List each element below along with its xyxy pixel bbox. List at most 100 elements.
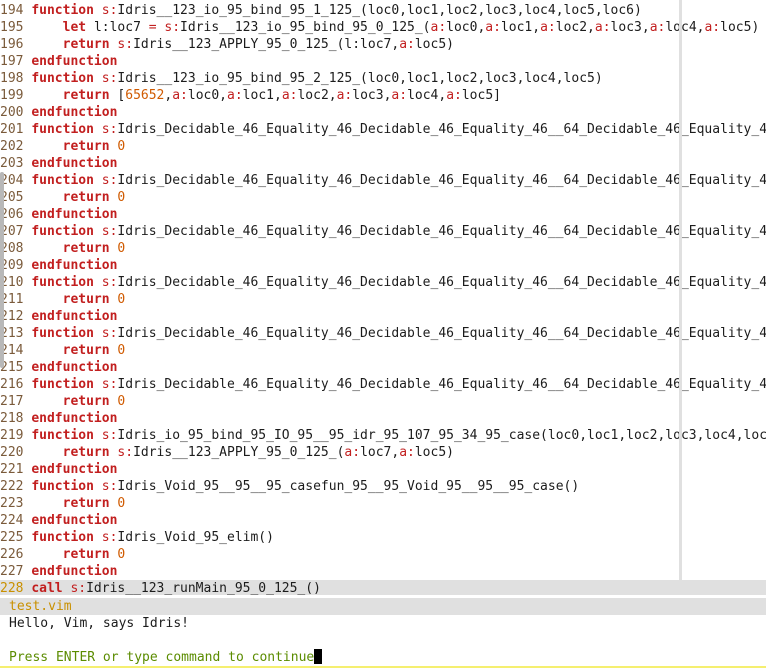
code-line[interactable]: 216 function s:Idris_Decidable_46_Equali… <box>0 376 766 393</box>
code-token: endfunction <box>31 207 118 222</box>
code-token: function <box>31 224 102 239</box>
code-token: return <box>62 37 118 52</box>
code-line[interactable]: 225 function s:Idris_Void_95_elim() <box>0 529 766 546</box>
code-line[interactable]: 214 return 0 <box>0 342 766 359</box>
code-line[interactable]: 224 endfunction <box>0 512 766 529</box>
code-line[interactable]: 201 function s:Idris_Decidable_46_Equali… <box>0 121 766 138</box>
code-line[interactable]: 220 return s:Idris__123_APPLY_95_0_125_(… <box>0 444 766 461</box>
code-line[interactable]: 212 endfunction <box>0 308 766 325</box>
code-line[interactable]: 206 endfunction <box>0 206 766 223</box>
code-token: return <box>62 394 118 409</box>
code-token: endfunction <box>31 309 118 324</box>
code-line[interactable]: 205 return 0 <box>0 189 766 206</box>
continue-prompt-text: Press ENTER or type command to continue <box>9 650 315 665</box>
code-token: function <box>31 3 102 18</box>
code-token: endfunction <box>31 513 118 528</box>
code-line[interactable]: 211 return 0 <box>0 291 766 308</box>
code-line[interactable]: 198 function s:Idris__123_io_95_bind_95_… <box>0 70 766 87</box>
code-token: endfunction <box>31 411 118 426</box>
code-token: endfunction <box>31 54 118 69</box>
code-line[interactable]: 203 endfunction <box>0 155 766 172</box>
code-token: endfunction <box>31 258 118 273</box>
code-token: function <box>31 377 102 392</box>
code-line[interactable]: 221 endfunction <box>0 461 766 478</box>
code-line[interactable]: 210 function s:Idris_Decidable_46_Equali… <box>0 274 766 291</box>
code-line[interactable]: 204 function s:Idris_Decidable_46_Equali… <box>0 172 766 189</box>
code-line[interactable]: 199 return [65652,a:loc0,a:loc1,a:loc2,a… <box>0 87 766 104</box>
code-line[interactable]: 202 return 0 <box>0 138 766 155</box>
line-number: 225 <box>0 530 32 545</box>
code-line[interactable]: 227 endfunction <box>0 563 766 580</box>
code-line[interactable]: 215 endfunction <box>0 359 766 376</box>
line-number: 202 <box>0 139 32 154</box>
line-number: 206 <box>0 207 32 222</box>
line-number: 197 <box>0 54 32 69</box>
code-token: 0 <box>117 292 126 307</box>
code-token: return <box>62 241 118 256</box>
line-number: 220 <box>0 445 32 460</box>
code-line[interactable]: 196 return s:Idris__123_APPLY_95_0_125_(… <box>0 36 766 53</box>
vertical-split-border[interactable] <box>679 0 682 580</box>
code-line[interactable]: 200 endfunction <box>0 104 766 121</box>
code-token: 65652 <box>125 88 165 103</box>
code-token: 0 <box>117 394 126 409</box>
code-line[interactable]: 209 endfunction <box>0 257 766 274</box>
code-token: return <box>62 547 118 562</box>
line-number: 213 <box>0 326 32 341</box>
code-token: return <box>62 445 118 460</box>
code-line[interactable]: 226 return 0 <box>0 546 766 563</box>
line-number: 211 <box>0 292 32 307</box>
line-number: 208 <box>0 241 32 256</box>
code-token: return <box>62 190 118 205</box>
code-token: s: <box>101 71 118 86</box>
code-token: function <box>31 479 102 494</box>
code-token: s: <box>70 581 87 595</box>
code-line[interactable]: 223 return 0 <box>0 495 766 512</box>
code-token: Idris_Decidable_46_Equality_46_Decidable… <box>117 122 766 137</box>
code-token: loc2, <box>297 88 337 103</box>
code-token: function <box>31 71 102 86</box>
code-token: a: <box>399 445 415 460</box>
code-token: loc5) <box>414 445 454 460</box>
code-token: loc0, <box>187 88 228 103</box>
code-token: a: <box>485 20 501 35</box>
code-token: loc2, <box>555 20 595 35</box>
line-number: 228 <box>0 581 32 595</box>
code-token: loc0, <box>446 20 486 35</box>
code-line[interactable]: 222 function s:Idris_Void_95__95__95_cas… <box>0 478 766 495</box>
line-number: 207 <box>0 224 32 239</box>
code-line[interactable]: 228 call s:Idris__123_runMain_95_0_125_(… <box>0 580 766 595</box>
code-line[interactable]: 207 function s:Idris_Decidable_46_Equali… <box>0 223 766 240</box>
code-token: s: <box>101 275 118 290</box>
code-token: loc5) <box>720 20 760 35</box>
code-line[interactable]: 197 endfunction <box>0 53 766 70</box>
code-line[interactable]: 217 return 0 <box>0 393 766 410</box>
code-line[interactable]: 213 function s:Idris_Decidable_46_Equali… <box>0 325 766 342</box>
code-token: s: <box>117 445 134 460</box>
code-line[interactable]: 218 endfunction <box>0 410 766 427</box>
code-line[interactable]: 208 return 0 <box>0 240 766 257</box>
line-number: 200 <box>0 105 32 120</box>
code-line[interactable]: 194 function s:Idris__123_io_95_bind_95_… <box>0 2 766 19</box>
line-number: 226 <box>0 547 32 562</box>
code-token: loc1, <box>500 20 541 35</box>
continue-prompt[interactable]: Press ENTER or type command to continue <box>9 649 323 666</box>
editor-buffer[interactable]: 194 function s:Idris__123_io_95_bind_95_… <box>0 0 766 595</box>
code-line[interactable]: 219 function s:Idris_io_95_bind_95_IO_95… <box>0 427 766 444</box>
line-number: 214 <box>0 343 32 358</box>
line-number: 204 <box>0 173 32 188</box>
code-token: a: <box>430 20 447 35</box>
line-number: 198 <box>0 71 32 86</box>
code-line[interactable]: 195 let l:loc7 = s:Idris__123_io_95_bind… <box>0 19 766 36</box>
line-number: 215 <box>0 360 32 375</box>
code-token: a: <box>336 88 353 103</box>
code-token: loc1, <box>242 88 282 103</box>
code-token: Idris__123_APPLY_95_0_125_(l:loc7, <box>133 37 400 52</box>
